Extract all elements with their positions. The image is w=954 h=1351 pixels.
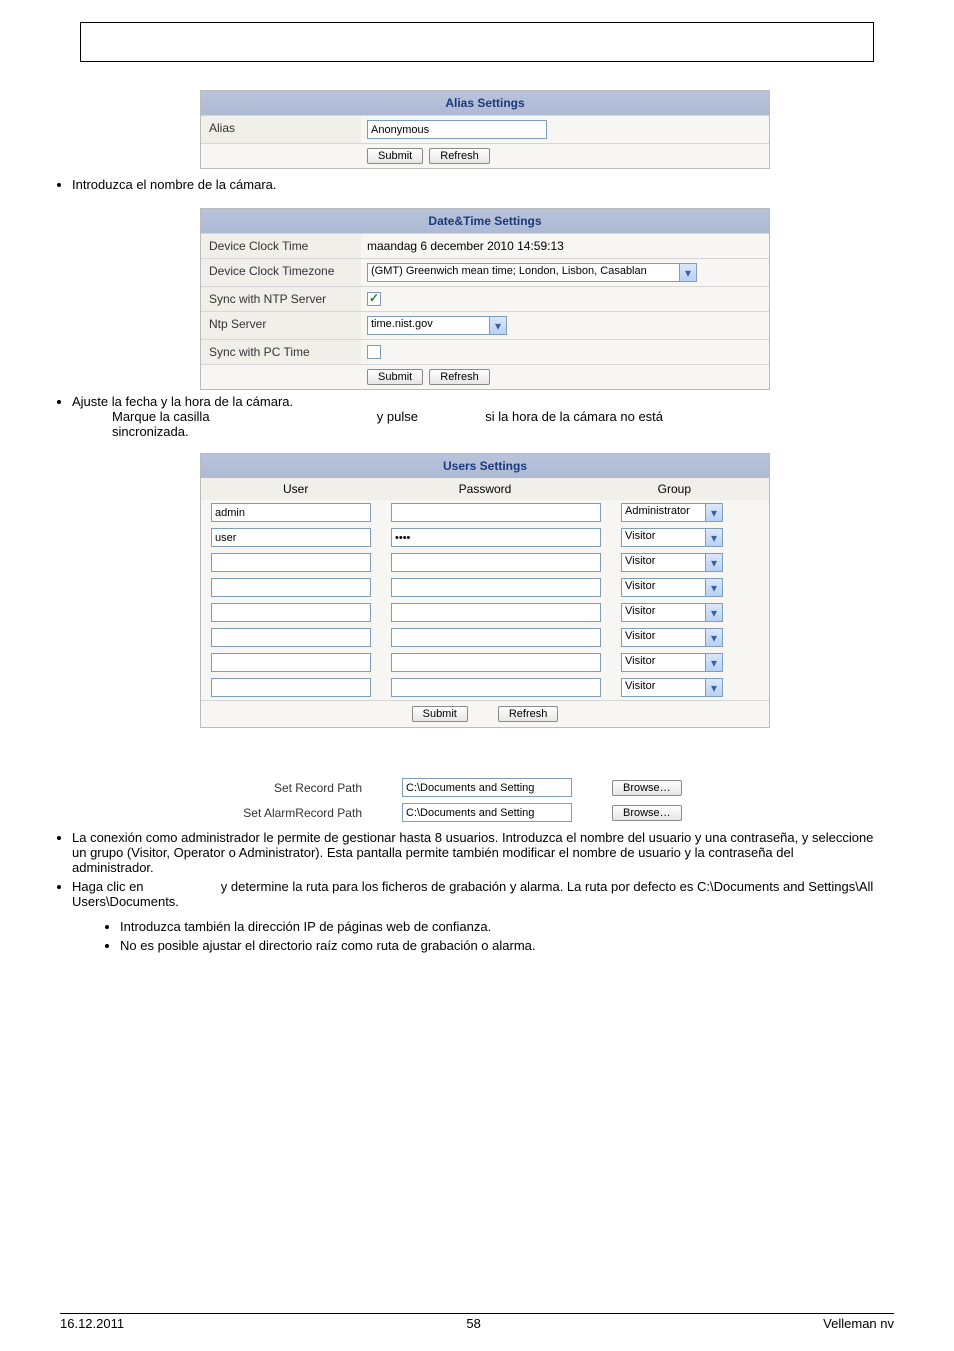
ntp-server-select[interactable]: time.nist.gov ▾ (367, 316, 507, 335)
alias-label: Alias (201, 116, 361, 143)
text-line: Introduzca el nombre de la cámara. (72, 177, 874, 192)
chevron-down-icon: ▾ (705, 629, 722, 646)
group-select[interactable]: Administrator▾ (621, 503, 723, 522)
alarm-path-browse-button[interactable]: Browse… (612, 805, 682, 821)
record-path-browse-button[interactable]: Browse… (612, 780, 682, 796)
datetime-refresh-button[interactable]: Refresh (429, 369, 490, 385)
users-submit-button[interactable]: Submit (412, 706, 468, 722)
sync-ntp-checkbox[interactable] (367, 292, 381, 306)
footer-date: 16.12.2011 (60, 1316, 124, 1331)
footer-page: 58 (466, 1316, 480, 1331)
alias-input[interactable] (367, 120, 547, 139)
group-select[interactable]: Visitor▾ (621, 578, 723, 597)
chevron-down-icon: ▾ (489, 317, 506, 334)
text-line: Ajuste la fecha y la hora de la cámara. … (72, 394, 874, 439)
alias-header: Alias Settings (201, 91, 769, 115)
text-line: Haga clic en y determine la ruta para lo… (72, 879, 874, 909)
alias-submit-button[interactable]: Submit (367, 148, 423, 164)
user-row: Visitor▾ (201, 525, 769, 550)
user-row: Visitor▾ (201, 550, 769, 575)
password-input[interactable] (391, 578, 601, 597)
user-input[interactable] (211, 578, 371, 597)
clock-time-label: Device Clock Time (201, 234, 361, 258)
password-input[interactable] (391, 628, 601, 647)
datetime-submit-button[interactable]: Submit (367, 369, 423, 385)
user-input[interactable] (211, 653, 371, 672)
user-row: Visitor▾ (201, 625, 769, 650)
group-select[interactable]: Visitor▾ (621, 678, 723, 697)
group-select[interactable]: Visitor▾ (621, 653, 723, 672)
text-line: La conexión como administrador le permit… (72, 830, 874, 875)
col-user: User (201, 478, 390, 500)
user-row: Administrator▾ (201, 500, 769, 525)
users-refresh-button[interactable]: Refresh (498, 706, 559, 722)
group-select[interactable]: Visitor▾ (621, 528, 723, 547)
chevron-down-icon: ▾ (705, 654, 722, 671)
password-input[interactable] (391, 603, 601, 622)
alarm-path-label: Set AlarmRecord Path (172, 806, 362, 820)
users-settings-panel: Users Settings User Password Group Admin… (200, 453, 770, 728)
chevron-down-icon: ▾ (705, 529, 722, 546)
paths-panel: Set Record Path Browse… Set AlarmRecord … (172, 778, 782, 822)
password-input[interactable] (391, 553, 601, 572)
footer-company: Velleman nv (823, 1316, 894, 1331)
user-input[interactable] (211, 553, 371, 572)
user-input[interactable] (211, 603, 371, 622)
col-pass: Password (390, 478, 579, 500)
password-input[interactable] (391, 653, 601, 672)
user-input[interactable] (211, 678, 371, 697)
ntp-server-label: Ntp Server (201, 312, 361, 339)
clock-time-value: maandag 6 december 2010 14:59:13 (367, 239, 564, 253)
user-input[interactable] (211, 528, 371, 547)
password-input[interactable] (391, 528, 601, 547)
record-path-label: Set Record Path (172, 781, 362, 795)
user-input[interactable] (211, 503, 371, 522)
datetime-header: Date&Time Settings (201, 209, 769, 233)
chevron-down-icon: ▾ (705, 554, 722, 571)
sync-pc-checkbox[interactable] (367, 345, 381, 359)
user-row: Visitor▾ (201, 575, 769, 600)
sync-pc-label: Sync with PC Time (201, 340, 361, 364)
user-row: Visitor▾ (201, 650, 769, 675)
chevron-down-icon: ▾ (679, 264, 696, 281)
user-row: Visitor▾ (201, 600, 769, 625)
user-row: Visitor▾ (201, 675, 769, 700)
chevron-down-icon: ▾ (705, 579, 722, 596)
chevron-down-icon: ▾ (705, 504, 722, 521)
alarm-path-input[interactable] (402, 803, 572, 822)
users-header: Users Settings (201, 454, 769, 478)
chevron-down-icon: ▾ (705, 604, 722, 621)
text-line: No es posible ajustar el directorio raíz… (120, 938, 874, 953)
col-group: Group (580, 478, 769, 500)
page-footer: 16.12.2011 58 Velleman nv (60, 1313, 894, 1331)
group-select[interactable]: Visitor▾ (621, 553, 723, 572)
text-line: Introduzca también la dirección IP de pá… (120, 919, 874, 934)
sync-ntp-label: Sync with NTP Server (201, 287, 361, 311)
timezone-label: Device Clock Timezone (201, 259, 361, 286)
chevron-down-icon: ▾ (705, 679, 722, 696)
password-input[interactable] (391, 678, 601, 697)
alias-settings-panel: Alias Settings Alias Submit Refresh (200, 90, 770, 169)
record-path-input[interactable] (402, 778, 572, 797)
alias-refresh-button[interactable]: Refresh (429, 148, 490, 164)
timezone-select[interactable]: (GMT) Greenwich mean time; London, Lisbo… (367, 263, 697, 282)
password-input[interactable] (391, 503, 601, 522)
user-input[interactable] (211, 628, 371, 647)
group-select[interactable]: Visitor▾ (621, 628, 723, 647)
group-select[interactable]: Visitor▾ (621, 603, 723, 622)
datetime-settings-panel: Date&Time Settings Device Clock Time maa… (200, 208, 770, 390)
